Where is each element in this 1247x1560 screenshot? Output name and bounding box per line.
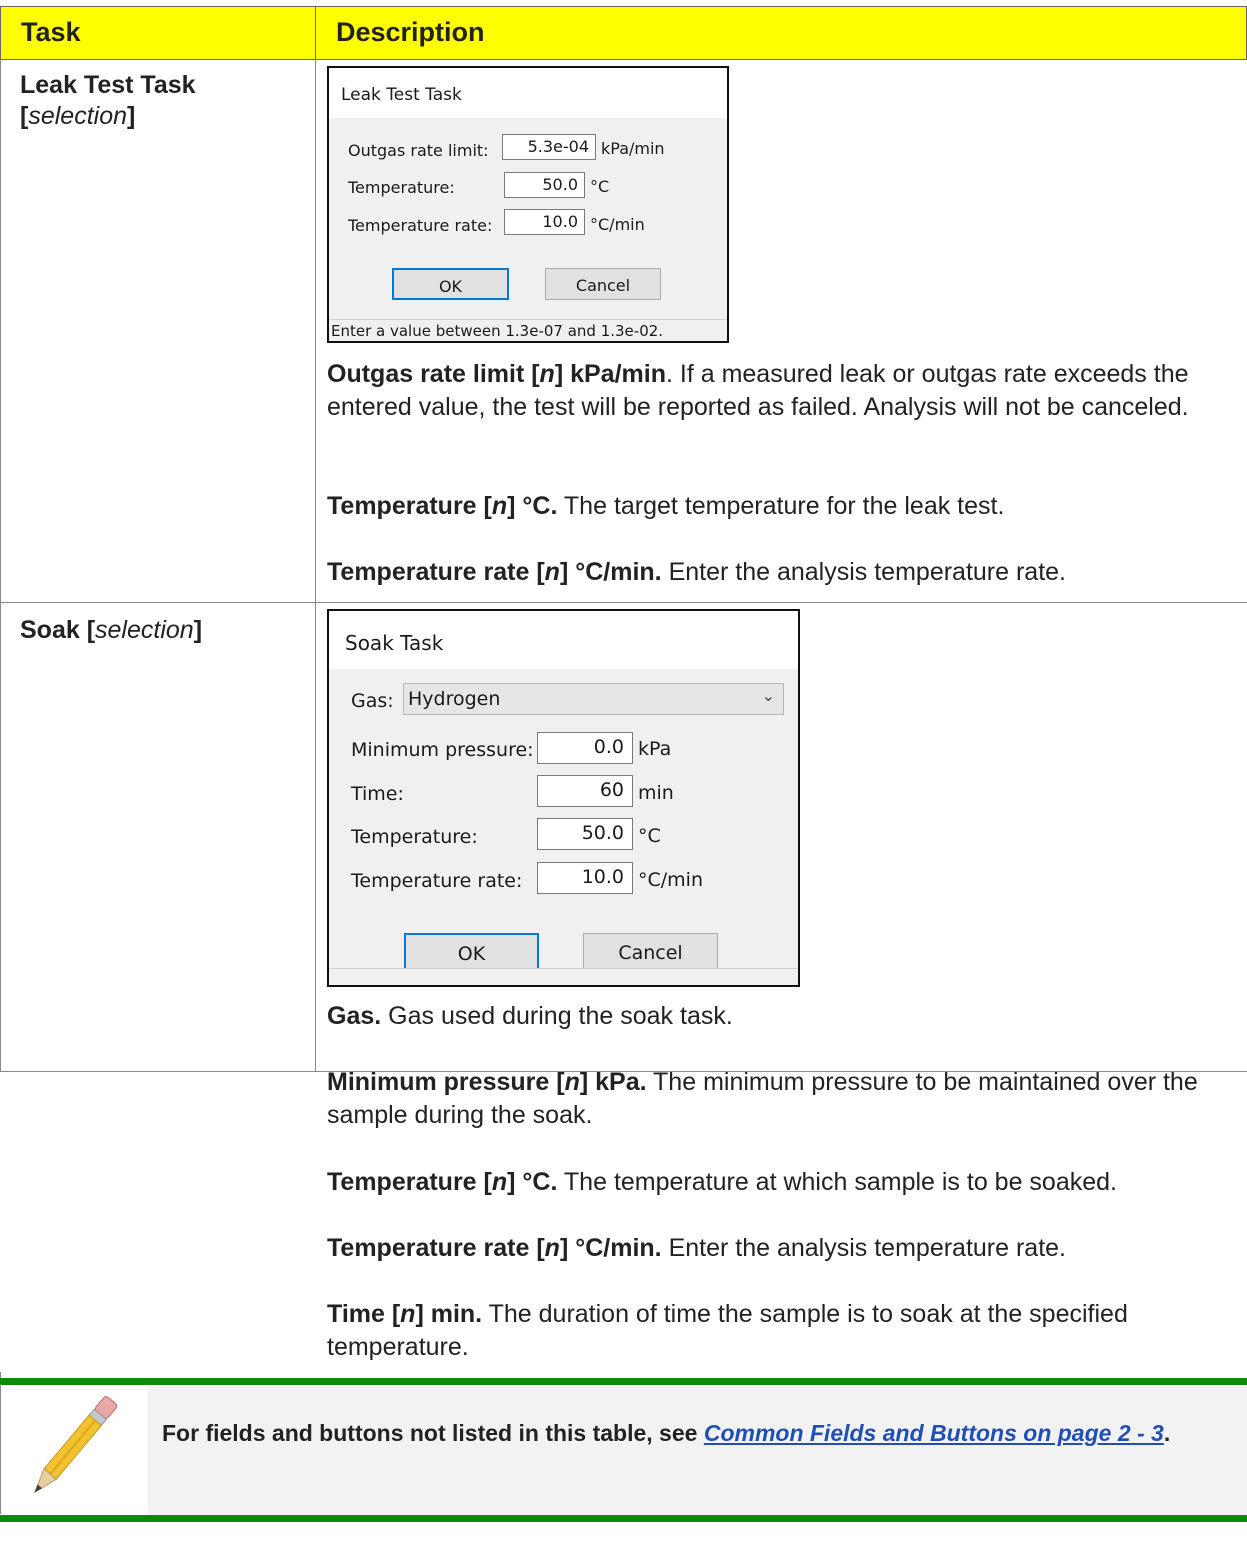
time-label: Time: [351,783,404,805]
temperature-rate-label: Temperature rate: [348,216,493,235]
table-cell-task [0,602,316,1072]
field-description-minimum-pressure: Minimum pressure [n] kPa. The minimum pr… [327,1068,1198,1129]
soak-task-dialog: Soak Task Gas: Hydrogen ⌄ Minimum pressu… [327,609,800,987]
minimum-pressure-unit: kPa [638,738,672,760]
cancel-button[interactable]: Cancel [545,268,661,300]
pencil-icon [33,1396,118,1494]
minimum-pressure-input[interactable]: 0.0 [537,732,633,764]
temperature-label: Temperature: [351,826,478,848]
status-bar: Enter a value between 1.3e-07 and 1.3e-0… [329,319,727,341]
task-name-leak-test: Leak Test Task [selection] [20,71,196,130]
temperature-unit: °C [638,825,661,847]
temperature-rate-unit: °C/min [638,869,703,891]
field-description-temperature-rate: Temperature rate [n] °C/min. Enter the a… [327,1234,1066,1262]
outgas-rate-unit: kPa/min [601,139,665,158]
status-bar [329,968,798,985]
gas-select[interactable]: Hydrogen ⌄ [403,683,784,715]
gas-label: Gas: [351,690,394,712]
leak-test-dialog: Leak Test Task Outgas rate limit: 5.3e-0… [327,66,729,343]
field-description-temperature-rate: Temperature rate [n] °C/min. Enter the a… [327,558,1066,586]
note-text: For fields and buttons not listed in thi… [162,1420,1171,1446]
minimum-pressure-label: Minimum pressure: [351,739,534,761]
temperature-input[interactable]: 50.0 [537,818,633,850]
note-callout: For fields and buttons not listed in thi… [0,1378,1247,1522]
column-header-task: Task [0,6,316,60]
outgas-rate-label: Outgas rate limit: [348,141,489,160]
table-cell-task [0,59,316,603]
chevron-down-icon: ⌄ [761,686,775,705]
task-name-soak: Soak [selection] [20,616,203,644]
gas-select-value: Hydrogen [408,688,501,710]
field-description-gas: Gas. Gas used during the soak task. [327,1002,733,1030]
outgas-rate-input[interactable]: 5.3e-04 [502,134,596,160]
temperature-input[interactable]: 50.0 [504,172,585,198]
time-input[interactable]: 60 [537,775,633,807]
field-description-temperature: Temperature [n] °C. The target temperatu… [327,492,1005,520]
ok-button[interactable]: OK [404,933,539,971]
temperature-rate-label: Temperature rate: [351,870,523,892]
field-description-time: Time [n] min. The duration of time the s… [327,1300,1128,1361]
temperature-label: Temperature: [348,178,455,197]
column-header-description: Description [315,6,1247,60]
dialog-title: Leak Test Task [329,68,727,118]
field-description-temperature: Temperature [n] °C. The temperature at w… [327,1168,1117,1196]
ok-button[interactable]: OK [392,268,509,300]
field-description-outgas: Outgas rate limit [n] kPa/min. If a meas… [327,360,1189,421]
temperature-unit: °C [590,177,610,196]
dialog-title: Soak Task [329,611,798,669]
time-unit: min [638,782,674,804]
temperature-rate-unit: °C/min [590,215,645,234]
common-fields-link[interactable]: Common Fields and Buttons on page 2 - 3 [704,1420,1164,1446]
cancel-button[interactable]: Cancel [583,933,718,971]
temperature-rate-input[interactable]: 10.0 [504,209,585,235]
temperature-rate-input[interactable]: 10.0 [537,862,633,894]
